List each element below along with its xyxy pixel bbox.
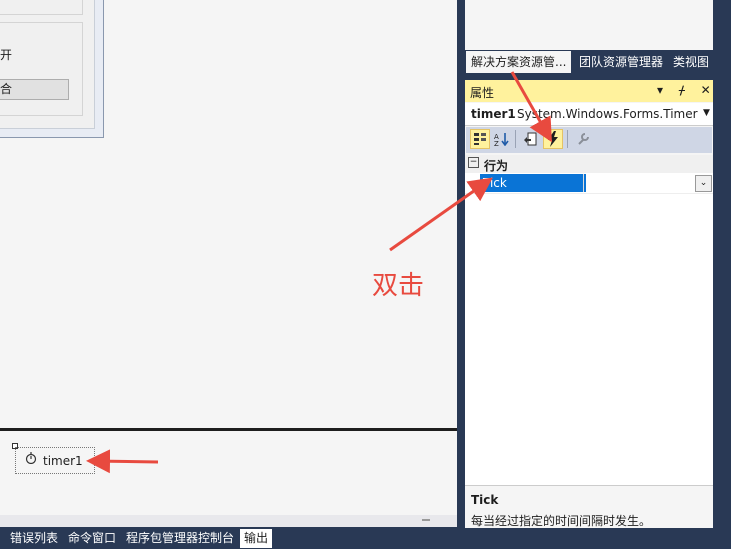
tab-class-view[interactable]: 类视图 [668, 51, 714, 73]
object-name: timer1 [471, 107, 516, 121]
timer-component-label: timer1 [43, 454, 83, 468]
description-text: 每当经过指定的时间间隔时发生。 [471, 514, 652, 528]
tab-solution-explorer[interactable]: 解决方案资源管... [466, 51, 572, 73]
panel-splitter[interactable] [457, 0, 465, 549]
chevron-down-icon[interactable]: ▼ [703, 108, 710, 118]
group-box [0, 22, 83, 116]
tab-output[interactable]: 输出 [240, 529, 273, 548]
annotation-label: 双击 [372, 271, 425, 301]
solution-explorer-content [465, 0, 713, 50]
collapse-icon[interactable]: − [468, 157, 479, 168]
description-title: Tick [471, 493, 499, 507]
event-name[interactable]: Tick [480, 174, 586, 192]
properties-icon[interactable] [520, 129, 540, 149]
svg-text:Z: Z [494, 140, 499, 146]
categorized-icon[interactable] [470, 129, 490, 149]
chevron-down-icon[interactable]: ⌄ [695, 175, 712, 192]
toolbar-separator [515, 130, 516, 148]
form-label: 开 [0, 48, 13, 62]
category-label: 行为 [484, 159, 509, 173]
object-type: System.Windows.Forms.Timer [517, 107, 698, 121]
stopwatch-icon [25, 452, 37, 464]
designer-scrollbar[interactable] [0, 515, 457, 527]
alphabetical-icon[interactable]: AZ [492, 129, 512, 149]
events-lightning-icon[interactable] [543, 129, 563, 149]
tab-command-window[interactable]: 命令窗口 [64, 529, 120, 548]
tab-error-list[interactable]: 错误列表 [6, 529, 62, 548]
tab-package-manager-console[interactable]: 程序包管理器控制台 [122, 529, 238, 548]
properties-title: 属性 [470, 86, 495, 100]
property-grid [465, 155, 713, 485]
scrollbar-grip [422, 519, 430, 521]
group-box [0, 0, 83, 15]
property-pages-wrench-icon[interactable] [573, 129, 593, 149]
title-bar-buttons[interactable]: ▾ ᚋ ✕ [657, 83, 717, 97]
form-button[interactable]: 合 [0, 79, 69, 100]
toolbar-separator [567, 130, 568, 148]
tab-team-explorer[interactable]: 团队资源管理器 [574, 51, 668, 73]
event-handler-value[interactable] [583, 174, 696, 192]
